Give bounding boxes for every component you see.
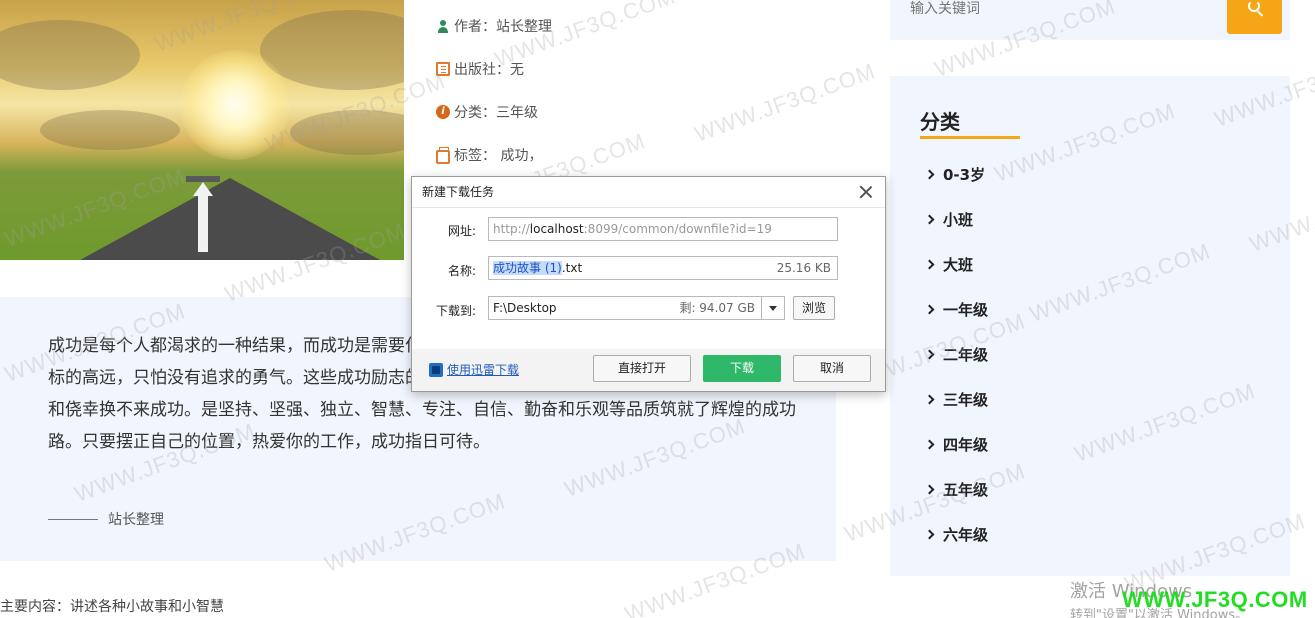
chevron-right-icon [924,439,935,449]
url-scheme: http:// [493,222,530,236]
sidebar-item-grade-3[interactable]: 三年级 [924,388,989,410]
sidebar-item-grade-2[interactable]: 二年级 [924,343,989,365]
watermark: WWW.JF3Q.COM [691,58,879,147]
sidebar-item-label: 0-3岁 [943,165,986,184]
saveto-path: F:\Desktop [493,301,557,315]
chevron-right-icon [924,304,935,314]
saveto-label: 下载到: [435,304,476,318]
chevron-right-icon [924,169,935,179]
sidebar-item-label: 大班 [943,255,974,274]
file-size: 25.16 KB [776,261,831,275]
chevron-right-icon [924,484,935,494]
author-text: 作者：站长整理 [454,19,552,35]
search-input[interactable] [910,0,1210,18]
chevron-right-icon [924,214,935,224]
url-path: :8099/common/downfile?id=19 [583,222,772,236]
main-content-summary: 主要内容：讲述各种小故事和小智慧 [0,599,224,615]
sidebar-item-xiaoban[interactable]: 小班 [924,208,974,230]
url-field[interactable]: http://localhost:8099/common/downfile?id… [488,217,838,241]
author-row: 作者：站长整理 [436,15,552,37]
browse-button[interactable]: 浏览 [793,296,835,320]
book-cover-image [0,0,404,260]
filename-extension: .txt [561,261,583,275]
category-sidebar [890,76,1290,576]
saveto-path-field[interactable]: F:\Desktop 剩: 94.07 GB [488,296,762,320]
page: 作者：站长整理 出版社：无 i 分类：三年级 标签： 成功， 成功是每个人都渴求… [0,0,1315,618]
category-row: i 分类：三年级 [436,101,538,123]
sidebar-item-label: 六年级 [943,525,989,544]
saveto-dropdown-button[interactable] [761,296,785,320]
sidebar-item-grade-4[interactable]: 四年级 [924,433,989,455]
cancel-button[interactable]: 取消 [793,355,871,382]
sidebar-item-grade-1[interactable]: 一年级 [924,298,989,320]
sidebar-item-0-3[interactable]: 0-3岁 [924,163,986,185]
category-text: 分类：三年级 [454,105,538,121]
tags-text: 标签： 成功， [454,148,543,164]
tags-row: 标签： 成功， [436,144,542,166]
sidebar-item-daban[interactable]: 大班 [924,253,974,275]
tag-icon [436,146,450,164]
sidebar-title: 分类 [920,110,960,134]
close-icon[interactable] [858,184,874,200]
chevron-right-icon [924,259,935,269]
xunlei-download-link[interactable]: 使用迅雷下载 [447,361,519,378]
chevron-right-icon [924,529,935,539]
url-label: 网址: [447,224,476,238]
sidebar-title-underline [920,136,1020,139]
brand-watermark: WWW.JF3Q.COM [1122,587,1308,612]
dialog-title-separator [412,207,885,208]
book-icon [436,62,450,76]
author-dash [48,518,98,520]
xunlei-icon [429,363,443,377]
download-button[interactable]: 下载 [703,355,781,382]
name-label: 名称: [447,264,476,278]
sidebar-item-label: 一年级 [943,300,989,319]
sidebar-item-grade-6[interactable]: 六年级 [924,523,989,545]
sidebar-item-label: 小班 [943,210,974,229]
dialog-title: 新建下载任务 [422,185,495,199]
description-author: 站长整理 [48,509,164,529]
info-icon: i [436,105,450,119]
search-icon-handle [1256,10,1264,17]
publisher-text: 出版社：无 [454,62,524,78]
sidebar-item-grade-5[interactable]: 五年级 [924,478,989,500]
user-icon [436,19,450,33]
free-space: 剩: 94.07 GB [679,301,755,315]
chevron-right-icon [924,349,935,359]
publisher-row: 出版社：无 [436,58,524,80]
sidebar-item-label: 四年级 [943,435,989,454]
open-direct-button[interactable]: 直接打开 [593,355,691,382]
sidebar-item-label: 五年级 [943,480,989,499]
url-host: localhost [529,222,584,236]
search-button[interactable] [1227,0,1282,34]
filename-field[interactable]: 成功故事 (1).txt 25.16 KB [488,256,838,280]
sidebar-item-label: 二年级 [943,345,989,364]
chevron-right-icon [924,394,935,404]
description-author-name: 站长整理 [108,512,164,528]
filename-selected: 成功故事 (1) [493,261,562,275]
sidebar-item-label: 三年级 [943,390,989,409]
